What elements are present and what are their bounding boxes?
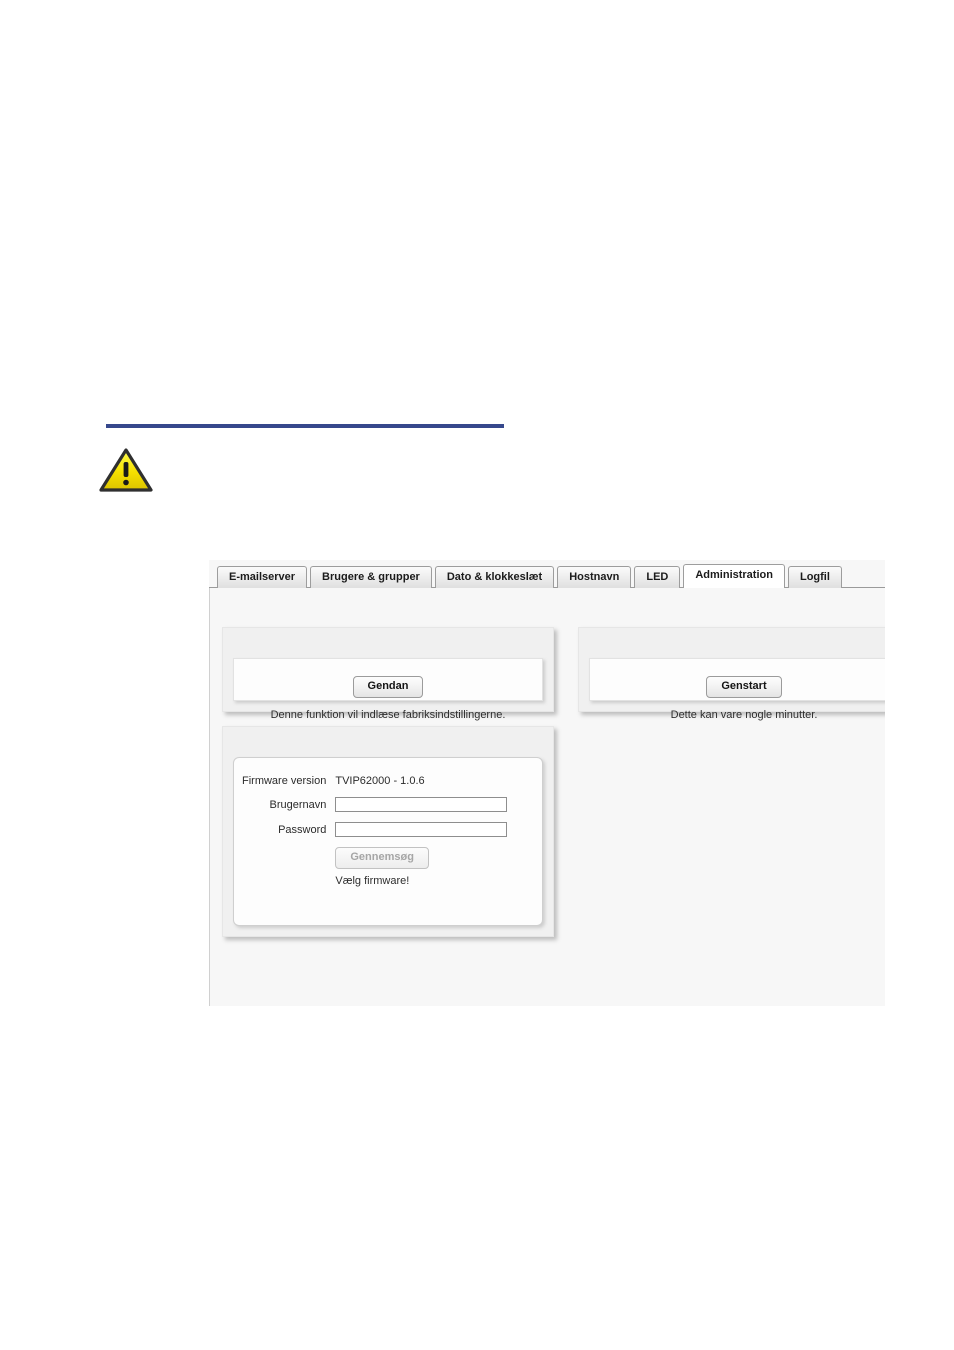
- device-admin-screenshot: E-mailserver Brugere & grupper Dato & kl…: [209, 560, 885, 1006]
- content-area: Gendan Denne funktion vil indlæse fabrik…: [210, 588, 885, 1006]
- restore-defaults-panel: Gendan Denne funktion vil indlæse fabrik…: [222, 627, 554, 721]
- browse-row: Gennemsøg: [242, 840, 507, 872]
- tab-label: Dato & klokkeslæt: [446, 571, 543, 583]
- restore-defaults-button[interactable]: Gendan: [352, 676, 424, 698]
- firmware-version-row: Firmware version TVIP62000 - 1.0.6: [242, 772, 507, 790]
- restart-content: Genstart Dette kan vare nogle minutter.: [590, 676, 885, 722]
- browse-firmware-button[interactable]: Gennemsøg: [335, 847, 429, 869]
- firmware-note-row: Vælg firmware!: [242, 872, 507, 890]
- firmware-version-label: Firmware version: [242, 775, 327, 787]
- username-label: Brugernavn: [269, 798, 327, 811]
- firmware-panel: Firmware version TVIP62000 - 1.0.6 Bruge…: [222, 726, 554, 937]
- username-cell: [335, 790, 508, 815]
- firmware-form-table: Firmware version TVIP62000 - 1.0.6 Bruge…: [242, 772, 508, 890]
- warning-triangle-icon: [98, 447, 154, 493]
- password-label: Password: [278, 823, 327, 836]
- firmware-version-value: TVIP62000 - 1.0.6: [335, 775, 425, 787]
- restart-button[interactable]: Genstart: [706, 676, 782, 698]
- tab-label: Logfil: [799, 571, 830, 583]
- password-input[interactable]: [335, 822, 508, 837]
- tab-list: E-mailserver Brugere & grupper Dato & kl…: [217, 564, 842, 589]
- horizontal-rule: [106, 424, 504, 428]
- admin-page-body: Gendan Denne funktion vil indlæse fabrik…: [209, 588, 885, 1006]
- tab-e-mailserver[interactable]: E-mailserver: [217, 566, 308, 589]
- firmware-note: Vælg firmware!: [335, 875, 410, 887]
- username-row: Brugernavn: [242, 790, 508, 815]
- browse-cell: Gennemsøg: [335, 840, 507, 872]
- password-cell: [335, 815, 508, 840]
- note-spacer: [242, 872, 335, 890]
- restart-inner: Genstart Dette kan vare nogle minutter.: [589, 658, 885, 721]
- tab-strip: E-mailserver Brugere & grupper Dato & kl…: [209, 560, 885, 589]
- firmware-form-box: Firmware version TVIP62000 - 1.0.6 Bruge…: [233, 757, 543, 926]
- tab-logfil[interactable]: Logfil: [787, 566, 842, 589]
- tab-label: Hostnavn: [569, 571, 620, 583]
- tab-label: LED: [646, 571, 669, 583]
- tab-label: Brugere & grupper: [322, 571, 420, 583]
- password-row: Password: [242, 815, 508, 840]
- restore-defaults-caption: Denne funktion vil indlæse fabriksindsti…: [270, 709, 506, 721]
- tab-dato-klokkeslaet[interactable]: Dato & klokkeslæt: [434, 566, 555, 589]
- tab-hostnavn[interactable]: Hostnavn: [557, 566, 632, 589]
- tab-administration[interactable]: Administration: [683, 564, 785, 588]
- tab-label: E-mailserver: [229, 571, 296, 583]
- restore-defaults-inner: Gendan Denne funktion vil indlæse fabrik…: [233, 658, 543, 721]
- browse-spacer: [242, 840, 335, 872]
- tab-brugere-grupper[interactable]: Brugere & grupper: [310, 566, 432, 589]
- restore-defaults-content: Gendan Denne funktion vil indlæse fabrik…: [234, 676, 542, 722]
- tab-led[interactable]: LED: [634, 566, 681, 589]
- username-input[interactable]: [335, 797, 508, 812]
- restart-panel: Genstart Dette kan vare nogle minutter.: [578, 627, 885, 721]
- tab-label: Administration: [695, 569, 773, 581]
- restart-caption: Dette kan vare nogle minutter.: [670, 709, 818, 721]
